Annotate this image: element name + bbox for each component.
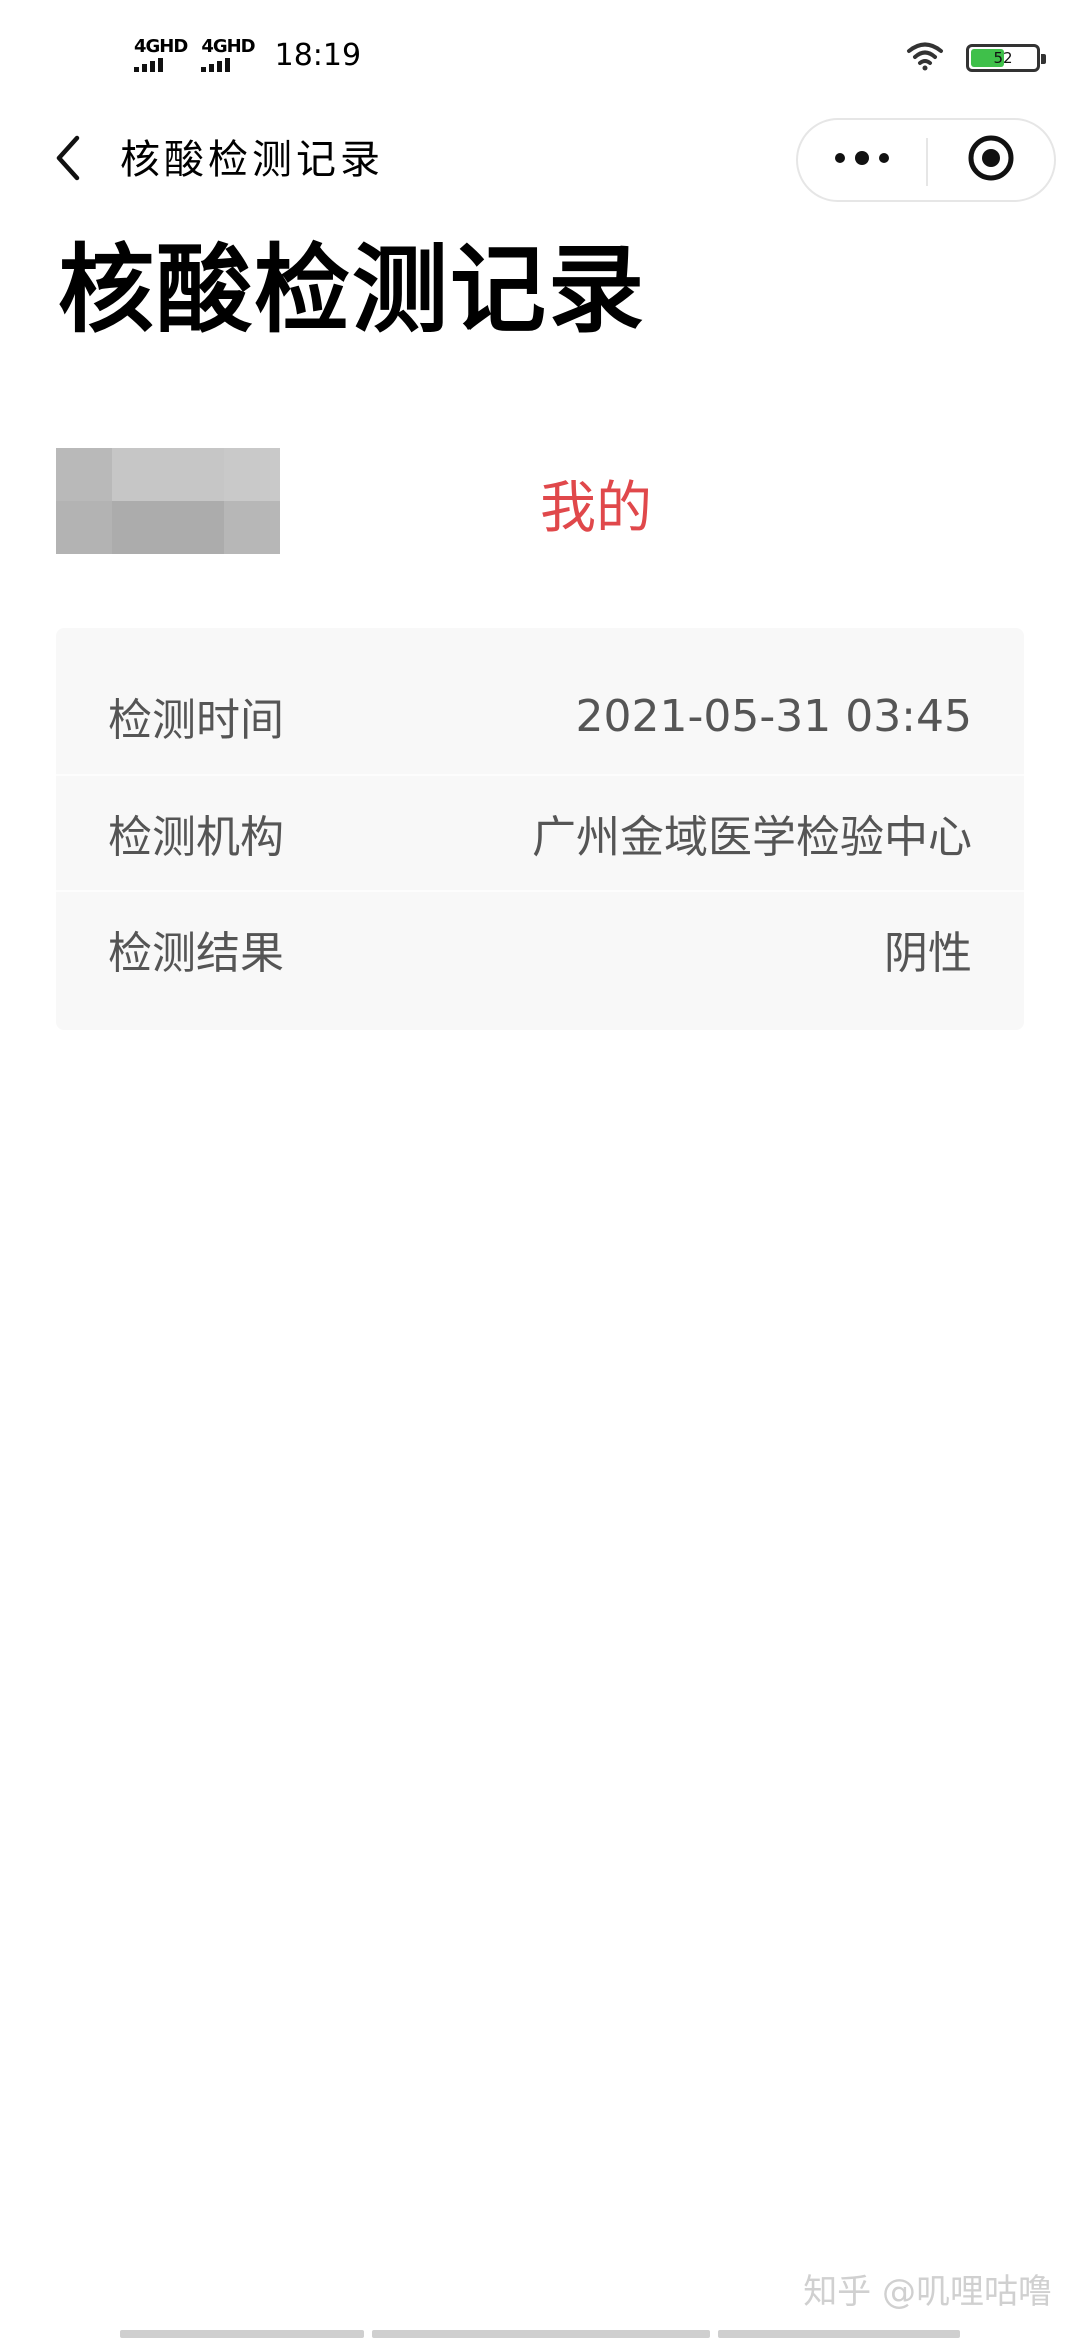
watermark: 知乎 @叽哩咕噜 [803, 2272, 1052, 2312]
more-dots-icon [834, 150, 890, 170]
wifi-icon [906, 41, 944, 75]
status-left: 4GHD 4GHD 18:19 [134, 30, 361, 80]
network-type-label: 4GHD [134, 36, 188, 57]
battery-icon: 52 [966, 44, 1046, 72]
status-right: 52 [906, 38, 1046, 78]
close-button[interactable] [928, 120, 1054, 200]
network-type-label: 4GHD [201, 36, 255, 57]
owner-label: 我的 [540, 476, 652, 541]
record-row-test-time: 检测时间 2021-05-31 03:45 [56, 658, 1024, 774]
battery-level: 52 [993, 49, 1013, 67]
record-row-test-result: 检测结果 阴性 [56, 890, 1024, 1006]
battery-tip [1041, 54, 1046, 64]
page-title: 核酸检测记录 [58, 234, 646, 346]
status-bar: 4GHD 4GHD 18:19 52 [0, 0, 1080, 110]
back-button[interactable] [38, 128, 98, 192]
signal-bars-icon [201, 58, 231, 72]
record-label: 检测结果 [108, 928, 284, 979]
bottom-indicator [120, 2330, 960, 2338]
blurred-name [56, 448, 280, 554]
record-label: 检测机构 [108, 812, 284, 863]
signal-indicator-1: 4GHD [134, 36, 188, 72]
signal-bars-icon [134, 58, 163, 72]
record-row-test-institution: 检测机构 广州金域医学检验中心 [56, 774, 1024, 890]
status-time: 18:19 [274, 37, 362, 73]
signal-indicator-2: 4GHD [201, 36, 256, 72]
nav-title: 核酸检测记录 [120, 137, 384, 183]
target-circle-icon [966, 133, 1016, 187]
record-value: 广州金域医学检验中心 [532, 812, 972, 863]
record-label: 检测时间 [108, 695, 284, 746]
nav-bar: 核酸检测记录 [0, 110, 1080, 210]
mini-program-capsule [796, 118, 1056, 202]
more-button[interactable] [798, 120, 926, 200]
record-value: 2021-05-31 03:45 [575, 690, 973, 742]
chevron-left-icon [53, 134, 83, 186]
test-record-card: 检测时间 2021-05-31 03:45 检测机构 广州金域医学检验中心 检测… [56, 628, 1024, 1030]
record-value: 阴性 [884, 928, 972, 979]
